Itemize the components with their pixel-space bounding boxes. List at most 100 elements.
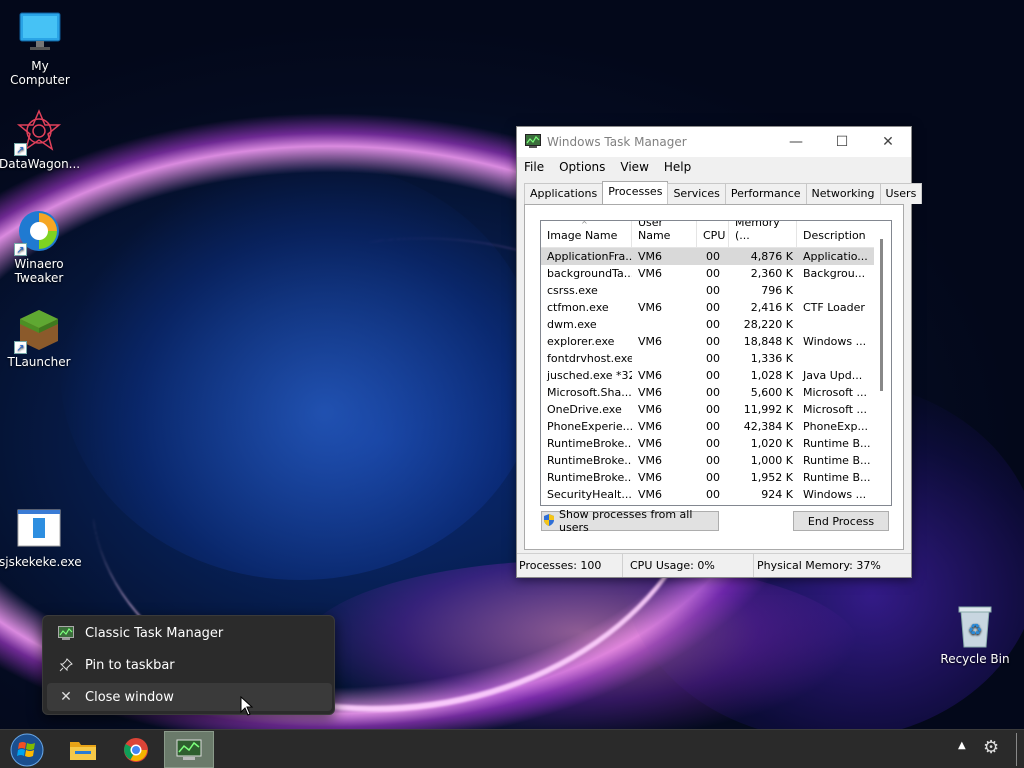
cell-memory: 42,384 K [743, 420, 793, 433]
tab-users[interactable]: Users [879, 183, 923, 204]
table-row[interactable]: fontdrvhost.exe 00 1,336 K [541, 350, 891, 367]
cell-cpu: 00 [706, 420, 720, 433]
tab-networking[interactable]: Networking [805, 183, 881, 204]
cell-memory: 2,360 K [750, 267, 793, 280]
menu-item-pin-to-taskbar[interactable]: Pin to taskbar [47, 651, 332, 679]
menu-file[interactable]: File [524, 160, 544, 174]
cell-image-name: PhoneExperie... [547, 420, 632, 433]
tab-processes[interactable]: Processes [602, 181, 669, 204]
taskbar-file-explorer[interactable] [58, 731, 108, 768]
cell-image-name: backgroundTa... [547, 267, 632, 280]
table-row[interactable]: dwm.exe 00 28,220 K [541, 316, 891, 333]
menu-item-close-window[interactable]: ✕ Close window [47, 683, 332, 711]
process-list[interactable]: ^ Image Name User Name CPU Memory (... D… [540, 220, 892, 506]
grass-block-icon: ↗ [14, 306, 62, 354]
cell-cpu: 00 [706, 267, 720, 280]
cell-memory: 18,848 K [743, 335, 793, 348]
table-row[interactable]: backgroundTa... VM6 00 2,360 K Backgrou... [541, 265, 891, 282]
cell-cpu: 00 [706, 403, 720, 416]
close-icon: ✕ [60, 689, 72, 705]
cell-user-name: VM6 [638, 454, 663, 467]
column-image-name[interactable]: ^ Image Name [541, 221, 632, 247]
cell-user-name: VM6 [638, 386, 663, 399]
cell-cpu: 00 [706, 488, 720, 501]
cell-user-name: VM6 [638, 335, 663, 348]
minimize-button[interactable]: — [773, 127, 819, 157]
cell-image-name: explorer.exe [547, 335, 615, 348]
monitor-icon [17, 10, 63, 56]
cell-memory: 1,020 K [750, 437, 793, 450]
folder-icon [70, 741, 96, 760]
cell-cpu: 00 [706, 352, 720, 365]
cell-description: Applicatio... [803, 250, 868, 263]
cell-description: Windows ... [803, 488, 867, 501]
desktop-icon-tlauncher[interactable]: ↗ TLauncher [0, 306, 79, 369]
cell-memory: 4,876 K [750, 250, 793, 263]
desktop-icon-sjskekeke[interactable]: sjskekeke.exe [0, 506, 82, 569]
taskbar-context-menu: Classic Task Manager Pin to taskbar ✕ Cl… [42, 615, 335, 715]
window-title: Windows Task Manager [547, 135, 687, 149]
menu-view[interactable]: View [620, 160, 648, 174]
cell-description: Runtime B... [803, 437, 871, 450]
table-row[interactable]: csrss.exe 00 796 K [541, 282, 891, 299]
cell-description: Runtime B... [803, 454, 871, 467]
table-row[interactable]: explorer.exe VM6 00 18,848 K Windows ... [541, 333, 891, 350]
winaero-icon: ↗ [14, 208, 62, 256]
cell-memory: 924 K [761, 488, 793, 501]
table-row[interactable]: PhoneExperie... VM6 00 42,384 K PhoneExp... [541, 418, 891, 435]
cell-user-name: VM6 [638, 369, 663, 382]
scrollbar-thumb[interactable] [880, 239, 883, 391]
column-user-name[interactable]: User Name [632, 221, 697, 247]
status-processes: Processes: 100 [517, 554, 623, 577]
table-row[interactable]: OneDrive.exe VM6 00 11,992 K Microsoft ... [541, 401, 891, 418]
cell-user-name: VM6 [638, 420, 663, 433]
table-row[interactable]: jusched.exe *32 VM6 00 1,028 K Java Upd... [541, 367, 891, 384]
desktop-icon-winaero-tweaker[interactable]: ↗ Winaero Tweaker [0, 208, 79, 285]
end-process-button[interactable]: End Process [793, 511, 889, 531]
title-bar[interactable]: Windows Task Manager — ☐ ✕ [517, 127, 911, 157]
tab-services[interactable]: Services [667, 183, 726, 204]
desktop-icon-datawagon[interactable]: ↗ DataWagon... [0, 108, 80, 171]
column-cpu[interactable]: CPU [697, 221, 729, 247]
column-memory[interactable]: Memory (... [729, 221, 797, 247]
cell-image-name: dwm.exe [547, 318, 597, 331]
menu-item-classic-task-manager[interactable]: Classic Task Manager [47, 619, 332, 647]
cell-memory: 796 K [761, 284, 793, 297]
show-desktop-button[interactable] [1016, 733, 1017, 766]
menu-options[interactable]: Options [559, 160, 605, 174]
datawagon-icon: ↗ [14, 108, 62, 156]
cell-memory: 2,416 K [750, 301, 793, 314]
table-row[interactable]: RuntimeBroke... VM6 00 1,952 K Runtime B... [541, 469, 891, 486]
taskbar-task-manager[interactable] [164, 731, 214, 768]
menu-help[interactable]: Help [664, 160, 691, 174]
status-memory: Physical Memory: 37% [757, 559, 881, 572]
table-row[interactable]: SecurityHealt... VM6 00 924 K Windows ... [541, 486, 891, 503]
tab-applications[interactable]: Applications [524, 183, 604, 204]
table-row[interactable]: Microsoft.Sha... VM6 00 5,600 K Microsoft ..… [541, 384, 891, 401]
desktop-icon-recycle-bin[interactable]: ♻ Recycle Bin [935, 603, 1015, 666]
taskbar-chrome[interactable] [111, 731, 161, 768]
tab-performance[interactable]: Performance [724, 183, 807, 204]
cell-memory: 28,220 K [743, 318, 793, 331]
show-hidden-icons-chevron-icon[interactable]: ▲ [958, 740, 966, 751]
maximize-button[interactable]: ☐ [819, 127, 865, 157]
cell-memory: 11,992 K [743, 403, 793, 416]
table-row[interactable]: RuntimeBroke... VM6 00 1,000 K Runtime B... [541, 452, 891, 469]
gear-icon[interactable]: ⚙ [983, 737, 999, 758]
show-all-processes-button[interactable]: Show processes from all users [541, 508, 719, 534]
task-manager-window[interactable]: Windows Task Manager — ☐ ✕ File Options … [516, 126, 923, 578]
cell-image-name: ApplicationFra... [547, 250, 632, 263]
recycle-bin-icon: ♻ [952, 603, 998, 649]
table-row[interactable]: ctfmon.exe VM6 00 2,416 K CTF Loader [541, 299, 891, 316]
cell-cpu: 00 [706, 284, 720, 297]
cell-description: Microsoft ... [803, 403, 868, 416]
list-header: ^ Image Name User Name CPU Memory (... D… [541, 221, 891, 248]
column-description[interactable]: Description [797, 221, 873, 247]
cell-image-name: Microsoft.Sha... [547, 386, 632, 399]
table-row[interactable]: ApplicationFra... VM6 00 4,876 K Applicatio.… [541, 248, 891, 265]
vertical-scrollbar[interactable] [874, 221, 891, 505]
desktop-icon-my-computer[interactable]: My Computer [0, 10, 80, 87]
close-button[interactable]: ✕ [865, 127, 911, 157]
table-row[interactable]: RuntimeBroke... VM6 00 1,020 K Runtime B... [541, 435, 891, 452]
start-button[interactable] [2, 731, 52, 768]
